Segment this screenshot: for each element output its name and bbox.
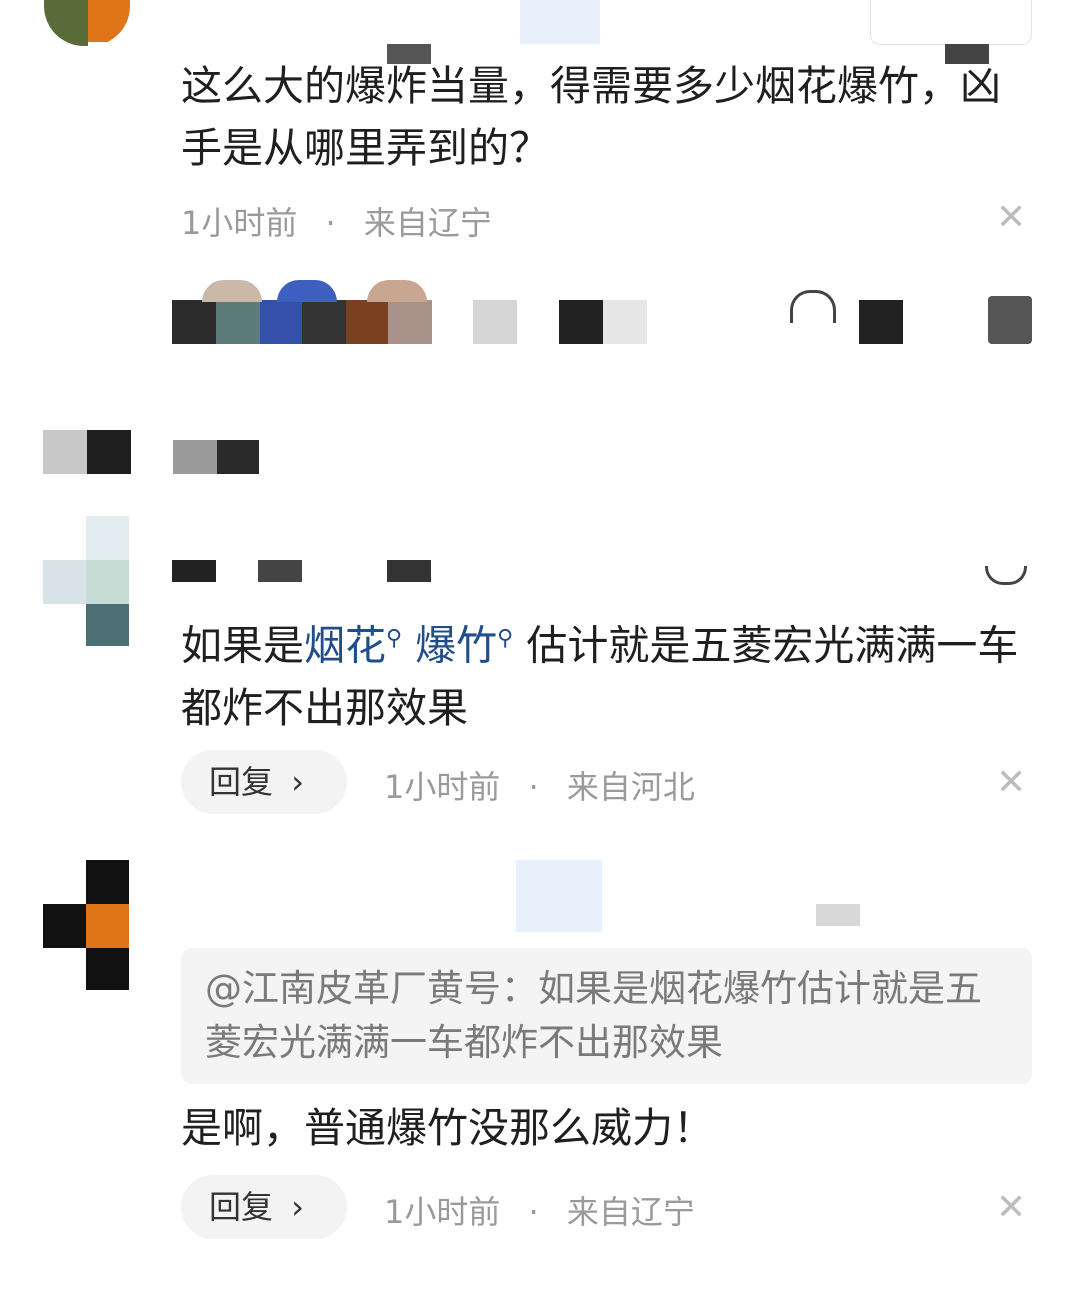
search-icon[interactable]: ⚲ — [497, 626, 513, 651]
comment-meta: 1小时前 · 来自辽宁 — [384, 1187, 695, 1233]
like-icon[interactable] — [985, 566, 1027, 585]
reply-label: 回复 — [209, 763, 274, 801]
comment-text: 如果是烟花⚲ 爆竹⚲ 估计就是五菱宏光满满一车都炸不出那效果 — [181, 608, 1041, 739]
close-icon[interactable]: ✕ — [996, 765, 1026, 801]
close-icon[interactable]: ✕ — [996, 200, 1026, 236]
comment-location: 来自辽宁 — [566, 1193, 695, 1231]
meta-separator: · — [325, 204, 336, 242]
comment-text: 是啊，普通爆竹没那么威力！ — [181, 1104, 714, 1152]
comment-meta: 1小时前 · 来自河北 — [384, 762, 695, 808]
avatar[interactable] — [43, 516, 129, 646]
censor-block — [473, 300, 517, 344]
censor-block — [859, 300, 903, 344]
meta-separator: · — [528, 768, 539, 806]
like-icon[interactable] — [790, 290, 836, 323]
censored-username — [172, 560, 472, 582]
comment-text: 这么大的爆炸当量，得需要多少烟花爆竹，凶手是从哪里弄到的？ — [181, 62, 1001, 172]
censored-username — [516, 860, 602, 932]
comment-text-part: 如果是 — [181, 621, 304, 670]
reply-button[interactable]: 回复 › — [181, 750, 347, 814]
censored-username — [180, 0, 600, 44]
comment-time: 1小时前 — [384, 1193, 501, 1231]
censor-block — [603, 300, 647, 344]
search-icon[interactable]: ⚲ — [386, 626, 402, 651]
section-header — [43, 430, 263, 474]
keyword-link-fireworks[interactable]: 烟花 — [304, 622, 386, 670]
close-icon[interactable]: ✕ — [996, 1190, 1026, 1226]
share-icon[interactable] — [988, 296, 1032, 344]
avatar[interactable] — [44, 0, 130, 46]
censor-block — [559, 300, 603, 344]
meta-separator: · — [528, 1193, 539, 1231]
reply-button[interactable]: 回复 › — [181, 1175, 347, 1239]
reply-label: 回复 — [209, 1188, 274, 1226]
comment-time: 1小时前 — [181, 204, 298, 242]
quoted-comment[interactable]: @江南皮革厂黄号：如果是烟花爆竹估计就是五菱宏光满满一车都炸不出那效果 — [181, 948, 1032, 1084]
comment-meta: 1小时前 · 来自辽宁 — [181, 198, 492, 244]
censor-block — [816, 904, 860, 926]
chevron-right-icon: › — [291, 763, 304, 801]
comment-time: 1小时前 — [384, 768, 501, 806]
chevron-right-icon: › — [291, 1188, 304, 1226]
comment-location: 来自辽宁 — [363, 204, 492, 242]
follow-button[interactable] — [870, 0, 1032, 45]
comment-location: 来自河北 — [566, 768, 695, 806]
liker-avatars[interactable] — [172, 278, 432, 348]
avatar[interactable] — [43, 860, 129, 990]
keyword-link-firecrackers[interactable]: 爆竹 — [415, 622, 497, 670]
